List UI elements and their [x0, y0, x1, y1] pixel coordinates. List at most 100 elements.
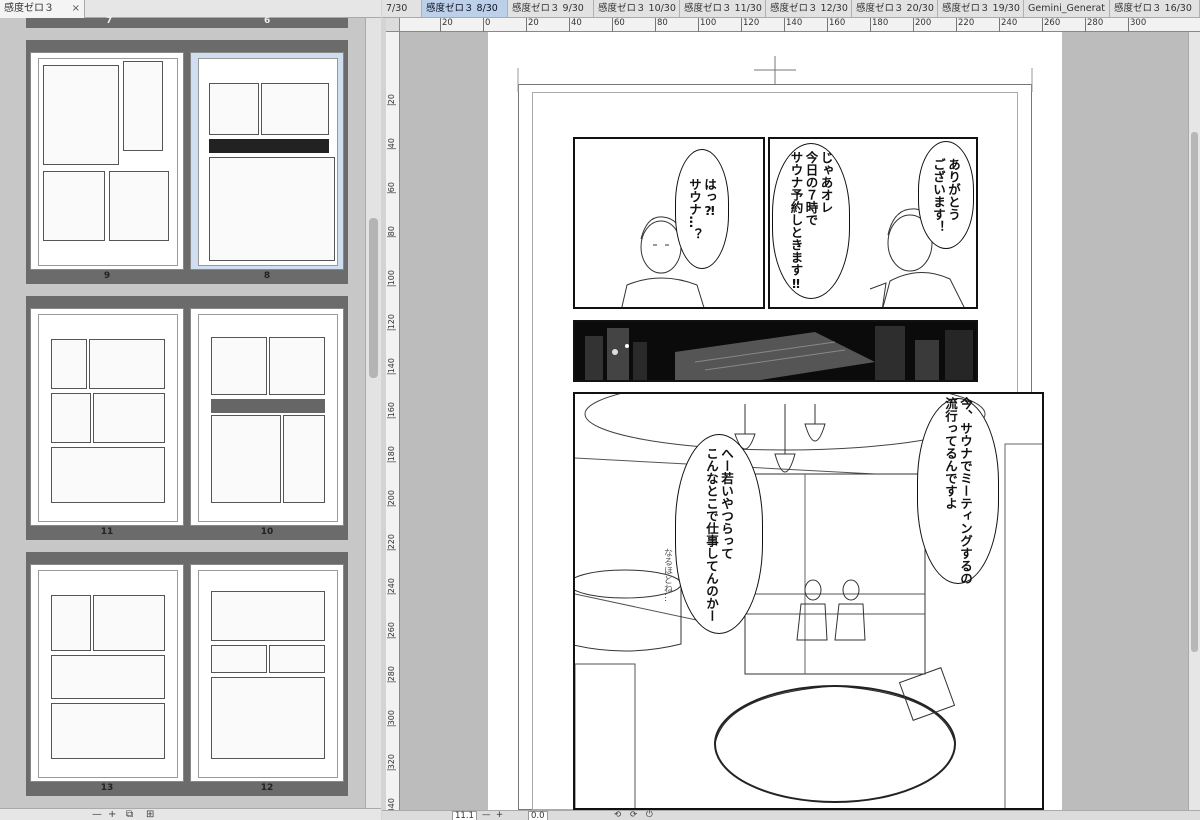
scrollbar-thumb[interactable] [369, 218, 378, 378]
thumb-panel [89, 339, 165, 389]
page-thumbnail-10[interactable]: 10 [190, 308, 344, 537]
thumb-panel [209, 83, 259, 135]
ruler-tick-label: 220 [387, 534, 396, 551]
page-manager-toolbar: — + ⧉ ⊞ [0, 808, 381, 820]
thumb-panel [211, 415, 281, 503]
dialogue-text: じゃあオレ 今日の７時で サウナ予約しときます‼ [788, 151, 834, 291]
document-tab[interactable]: 感度ゼロ３ 19/30 [938, 0, 1024, 17]
thumb-panel-dark [209, 139, 329, 153]
spread-11-10[interactable]: 11 10 [26, 296, 348, 540]
spread-view-icon[interactable]: ⧉ [126, 809, 133, 820]
close-icon[interactable]: × [72, 0, 80, 18]
document-tabbar: 7/30 感度ゼロ３ 8/30 感度ゼロ３ 9/30 感度ゼロ３ 10/30 感… [382, 0, 1200, 18]
tab-label: 感度ゼロ３ 11/30 [684, 3, 762, 14]
ruler-tick-label: 160 [827, 18, 845, 32]
thumb-panel [93, 595, 165, 651]
ruler-tick-label: 40 [387, 138, 396, 150]
ruler-tick-label: 200 [913, 18, 931, 32]
thumb-panel [51, 339, 87, 389]
ruler-tick-label: 220 [956, 18, 974, 32]
zoom-out-button[interactable]: — [482, 811, 491, 820]
thumb-panel [123, 61, 163, 151]
ruler-corner [386, 18, 400, 32]
vertical-ruler: 20 40 60 80 100 120 140 160 180 200 220 240 260 280 30… [386, 32, 400, 815]
ruler-tick-label: 180 [870, 18, 888, 32]
reset-rotation-icon[interactable]: ⏻ [646, 811, 653, 820]
rotate-left-icon[interactable]: ⟲ [614, 811, 621, 820]
thumb-panel [51, 595, 91, 651]
page-number-label: 13 [100, 783, 114, 793]
thumb-panel [211, 337, 267, 395]
grid-view-icon[interactable]: ⊞ [146, 809, 154, 820]
tab-label: 感度ゼロ３ 16/30 [1114, 3, 1192, 14]
dialogue-text: 今、サウナでミーティングするの 流行ってるんですよ [943, 397, 973, 585]
canvas-statusbar: 11.1 — + 0.0 ⟲ ⟳ ⏻ [382, 810, 1200, 820]
page-manager-tab-label: 感度ゼロ３ [4, 3, 54, 14]
thumb-panel [283, 415, 325, 503]
page-thumbnail-art [198, 314, 338, 522]
page-thumbnail-8[interactable]: 8 [190, 52, 344, 281]
zoom-level-field[interactable]: 11.1 [452, 811, 477, 820]
ruler-tick-label: 40 [569, 18, 582, 32]
ruler-tick-label: 20 [387, 94, 396, 106]
manga-page: はっ⁈ サウナ…？ じゃあオレ 今日の７時で サウナ予約しときます‼ ありがとう… [488, 32, 1062, 810]
ruler-tick-label: 300 [1128, 18, 1146, 32]
page-thumbnail-11[interactable]: 11 [30, 308, 184, 537]
document-tab[interactable]: 感度ゼロ３ 11/30 [680, 0, 766, 17]
speech-bubble: はっ⁈ サウナ…？ [675, 149, 729, 269]
zoom-in-button[interactable]: + [496, 811, 503, 820]
page-thumbnail-9[interactable]: 9 [30, 52, 184, 281]
thumb-panel [51, 655, 165, 699]
ruler-tick-label: 140 [784, 18, 802, 32]
spread-9-8[interactable]: 9 8 [26, 40, 348, 284]
ruler-tick-label: 60 [387, 182, 396, 194]
thumb-panel [109, 171, 169, 241]
spread-partial[interactable]: 7 6 [26, 16, 348, 28]
page-manager-scrollbar[interactable] [365, 18, 381, 810]
thumb-panel [269, 337, 325, 395]
tab-label: 感度ゼロ３ 10/30 [598, 3, 676, 14]
thumb-panel [43, 65, 119, 165]
zoom-out-button[interactable]: — [92, 809, 102, 820]
page-manager-panel: 感度ゼロ３ × 7 6 9 8 11 10 13 12 — + ⧉ ⊞ [0, 0, 381, 820]
document-tab[interactable]: 感度ゼロ３ 9/30 [508, 0, 594, 17]
dialogue-text: はっ⁈ サウナ…？ [687, 177, 717, 241]
tab-label: 感度ゼロ３ 8/30 [426, 3, 498, 14]
ruler-tick-label: 120 [387, 314, 396, 331]
ruler-tick-label: 60 [612, 18, 625, 32]
document-tab[interactable]: 感度ゼロ３ 10/30 [594, 0, 680, 17]
document-tab[interactable]: 感度ゼロ３ 16/30 [1110, 0, 1200, 17]
document-tab[interactable]: Gemini_Generat [1024, 0, 1110, 17]
tab-label: 感度ゼロ３ 19/30 [942, 3, 1020, 14]
speech-bubble: じゃあオレ 今日の７時で サウナ予約しときます‼ [772, 143, 850, 299]
scrollbar-thumb[interactable] [1191, 132, 1198, 652]
rotate-right-icon[interactable]: ⟳ [630, 811, 637, 820]
page-thumbnail-13[interactable]: 13 [30, 564, 184, 793]
thumb-panel [209, 157, 335, 261]
zoom-in-button[interactable]: + [108, 809, 116, 820]
ruler-tick-label: 100 [698, 18, 716, 32]
document-tab-active[interactable]: 感度ゼロ３ 8/30 [422, 0, 508, 17]
handwritten-sfx: なるほどね… [662, 548, 672, 602]
rotation-angle-field[interactable]: 0.0 [528, 811, 548, 820]
page-number-label: 10 [260, 527, 274, 537]
panel-reaction: はっ⁈ サウナ…？ [573, 137, 765, 309]
thumb-panel [51, 703, 165, 759]
canvas-area[interactable]: はっ⁈ サウナ…？ じゃあオレ 今日の７時で サウナ予約しときます‼ ありがとう… [400, 32, 1188, 810]
ruler-tick-label: 300 [387, 710, 396, 727]
document-tab[interactable]: 感度ゼロ３ 20/30 [852, 0, 938, 17]
speech-bubble: へー若いやつらって こんなとこで仕事してんのかー [675, 434, 763, 634]
ruler-tick-label: 240 [999, 18, 1017, 32]
page-thumbnail-12[interactable]: 12 [190, 564, 344, 793]
ruler-tick-label: 100 [387, 270, 396, 287]
app-window: 感度ゼロ３ × 7 6 9 8 11 10 13 12 — + ⧉ ⊞ 7/30… [0, 0, 1200, 820]
document-tab[interactable]: 感度ゼロ３ 12/30 [766, 0, 852, 17]
spread-13-12[interactable]: 13 12 [26, 552, 348, 796]
ruler-tick-label: 280 [1085, 18, 1103, 32]
ruler-tick-label: 260 [1042, 18, 1060, 32]
page-manager-tab[interactable]: 感度ゼロ３ × [0, 0, 85, 18]
tab-label: 7/30 [386, 3, 408, 14]
tab-label: 感度ゼロ３ 12/30 [770, 3, 848, 14]
canvas-vertical-scrollbar[interactable] [1188, 32, 1200, 810]
document-tab[interactable]: 7/30 [382, 0, 422, 17]
